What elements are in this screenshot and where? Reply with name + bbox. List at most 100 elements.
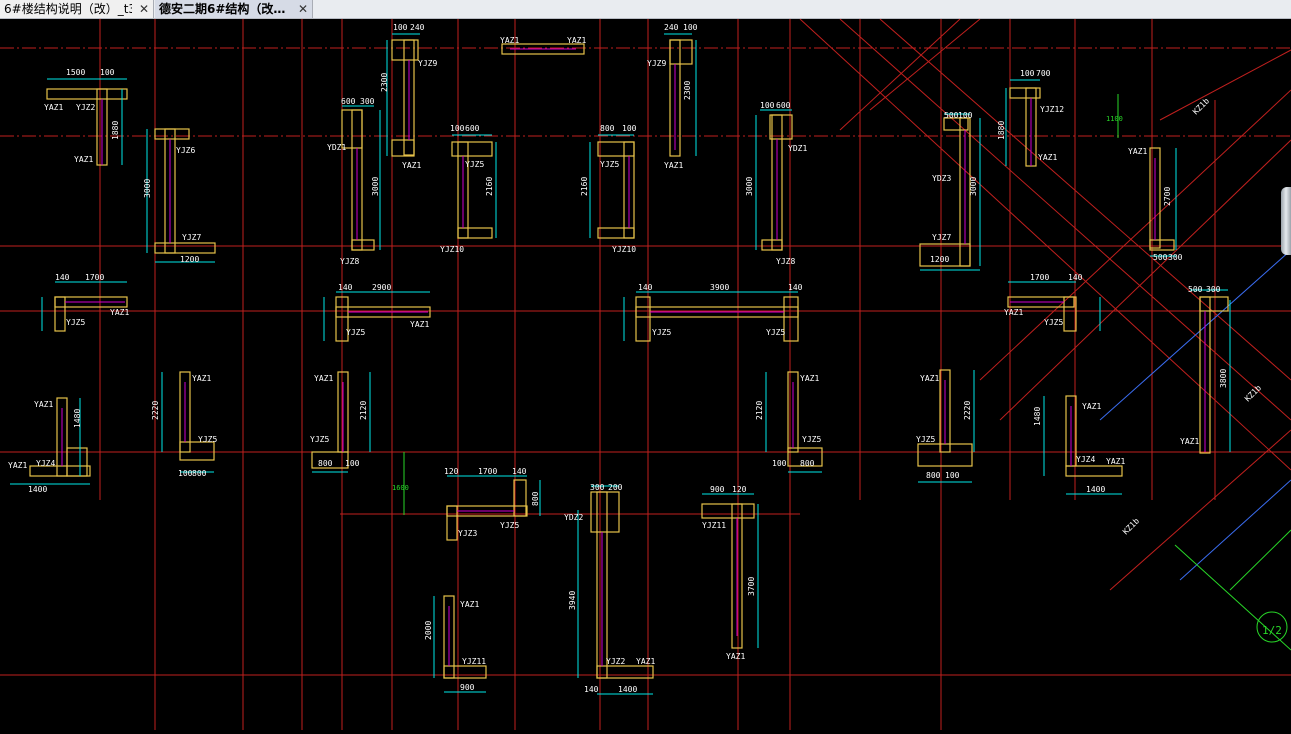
svg-text:1400: 1400 [618, 685, 637, 694]
svg-text:1500: 1500 [66, 68, 85, 77]
document-tab-bar: 6#楼结构说明（改）_t3 ✕ 德安二期6#结构（改… ✕ [0, 0, 1291, 19]
svg-text:100: 100 [450, 124, 465, 133]
svg-text:YAZ1: YAZ1 [44, 103, 63, 112]
svg-text:600: 600 [776, 101, 791, 110]
svg-text:140: 140 [338, 283, 353, 292]
svg-text:100: 100 [683, 23, 698, 32]
svg-text:YJZ8: YJZ8 [340, 257, 359, 266]
svg-text:2900: 2900 [372, 283, 391, 292]
dimension-lines [10, 33, 1231, 695]
svg-text:3900: 3900 [710, 283, 729, 292]
svg-text:800: 800 [926, 471, 941, 480]
svg-text:300: 300 [1168, 253, 1183, 262]
svg-text:140: 140 [788, 283, 803, 292]
svg-text:1700: 1700 [85, 273, 104, 282]
tab-label: 6#楼结构说明（改）_t3 [4, 2, 132, 16]
svg-text:500: 500 [944, 111, 959, 120]
svg-text:2160: 2160 [485, 177, 494, 196]
svg-text:YAZ1: YAZ1 [1128, 147, 1147, 156]
svg-text:2120: 2120 [755, 401, 764, 420]
svg-text:100: 100 [622, 124, 637, 133]
svg-text:KZ1b: KZ1b [1121, 516, 1141, 536]
svg-text:YJZ5: YJZ5 [652, 328, 671, 337]
svg-text:YJZ7: YJZ7 [182, 233, 201, 242]
svg-text:YAZ1: YAZ1 [110, 308, 129, 317]
svg-text:YDZ2: YDZ2 [564, 513, 583, 522]
svg-text:100: 100 [945, 471, 960, 480]
svg-text:3000: 3000 [371, 177, 380, 196]
svg-text:YJZ12: YJZ12 [1040, 105, 1064, 114]
svg-text:800: 800 [318, 459, 333, 468]
svg-text:3000: 3000 [969, 177, 978, 196]
svg-text:YJZ10: YJZ10 [612, 245, 636, 254]
svg-text:1880: 1880 [111, 121, 120, 140]
svg-text:2000: 2000 [424, 621, 433, 640]
green-lines [403, 94, 1291, 651]
cad-drawing-canvas[interactable]: 1/2 1100 1600 1500 100 1880 3000 1200 60… [0, 18, 1291, 730]
svg-text:YAZ1: YAZ1 [1082, 402, 1101, 411]
svg-text:YAZ1: YAZ1 [800, 374, 819, 383]
navigation-scroll-handle[interactable] [1281, 187, 1291, 255]
close-icon[interactable]: ✕ [298, 0, 308, 18]
svg-text:YJZ5: YJZ5 [198, 435, 217, 444]
tab-structure-notes[interactable]: 6#楼结构说明（改）_t3 ✕ [0, 0, 154, 18]
svg-text:YAZ1: YAZ1 [1180, 437, 1199, 446]
svg-text:YAZ1: YAZ1 [314, 374, 333, 383]
svg-text:140: 140 [584, 685, 599, 694]
svg-text:2120: 2120 [359, 401, 368, 420]
svg-text:YJZ7: YJZ7 [932, 233, 951, 242]
svg-text:120: 120 [732, 485, 747, 494]
svg-text:600: 600 [341, 97, 356, 106]
svg-text:YJZ4: YJZ4 [1076, 455, 1095, 464]
tab-structure-drawing[interactable]: 德安二期6#结构（改… ✕ [155, 0, 313, 18]
svg-text:3700: 3700 [747, 577, 756, 596]
svg-text:2300: 2300 [380, 73, 389, 92]
svg-text:100: 100 [100, 68, 115, 77]
svg-text:500: 500 [1153, 253, 1168, 262]
svg-text:YJZ5: YJZ5 [310, 435, 329, 444]
svg-text:500: 500 [1188, 285, 1203, 294]
svg-text:300: 300 [590, 483, 605, 492]
svg-text:300: 300 [1206, 285, 1221, 294]
svg-text:YJZ5: YJZ5 [766, 328, 785, 337]
svg-text:900: 900 [710, 485, 725, 494]
svg-text:800: 800 [531, 491, 540, 506]
svg-text:300: 300 [360, 97, 375, 106]
svg-text:YAZ1: YAZ1 [920, 374, 939, 383]
svg-text:YJZ11: YJZ11 [462, 657, 486, 666]
svg-text:1200: 1200 [180, 255, 199, 264]
svg-text:100: 100 [345, 459, 360, 468]
svg-text:YAZ1: YAZ1 [664, 161, 683, 170]
svg-text:1200: 1200 [930, 255, 949, 264]
svg-text:100: 100 [772, 459, 787, 468]
svg-text:3000: 3000 [745, 177, 754, 196]
svg-text:1480: 1480 [1033, 407, 1042, 426]
svg-text:YAZ1: YAZ1 [726, 652, 745, 661]
svg-text:1400: 1400 [1086, 485, 1105, 494]
svg-text:YAZ1: YAZ1 [636, 657, 655, 666]
svg-text:YJZ5: YJZ5 [916, 435, 935, 444]
svg-text:YJZ8: YJZ8 [776, 257, 795, 266]
svg-text:YAZ1: YAZ1 [402, 161, 421, 170]
svg-text:YJZ9: YJZ9 [647, 59, 666, 68]
svg-text:240: 240 [664, 23, 679, 32]
svg-text:YJZ9: YJZ9 [418, 59, 437, 68]
svg-text:100: 100 [1020, 69, 1035, 78]
svg-text:900: 900 [460, 683, 475, 692]
svg-text:800: 800 [800, 459, 815, 468]
svg-text:800: 800 [600, 124, 615, 133]
svg-text:YAZ1: YAZ1 [192, 374, 211, 383]
svg-text:1700: 1700 [478, 467, 497, 476]
svg-text:120: 120 [444, 467, 459, 476]
svg-text:KZ1b: KZ1b [1191, 96, 1211, 116]
close-icon[interactable]: ✕ [139, 0, 149, 18]
svg-text:100: 100 [760, 101, 775, 110]
svg-text:2160: 2160 [580, 177, 589, 196]
svg-text:YJZ6: YJZ6 [176, 146, 195, 155]
svg-text:100: 100 [958, 111, 973, 120]
svg-text:1600: 1600 [392, 484, 409, 492]
axis-bubble-label: 1/2 [1262, 624, 1282, 637]
svg-text:1480: 1480 [73, 409, 82, 428]
svg-text:1880: 1880 [997, 121, 1006, 140]
svg-text:YJZ5: YJZ5 [600, 160, 619, 169]
